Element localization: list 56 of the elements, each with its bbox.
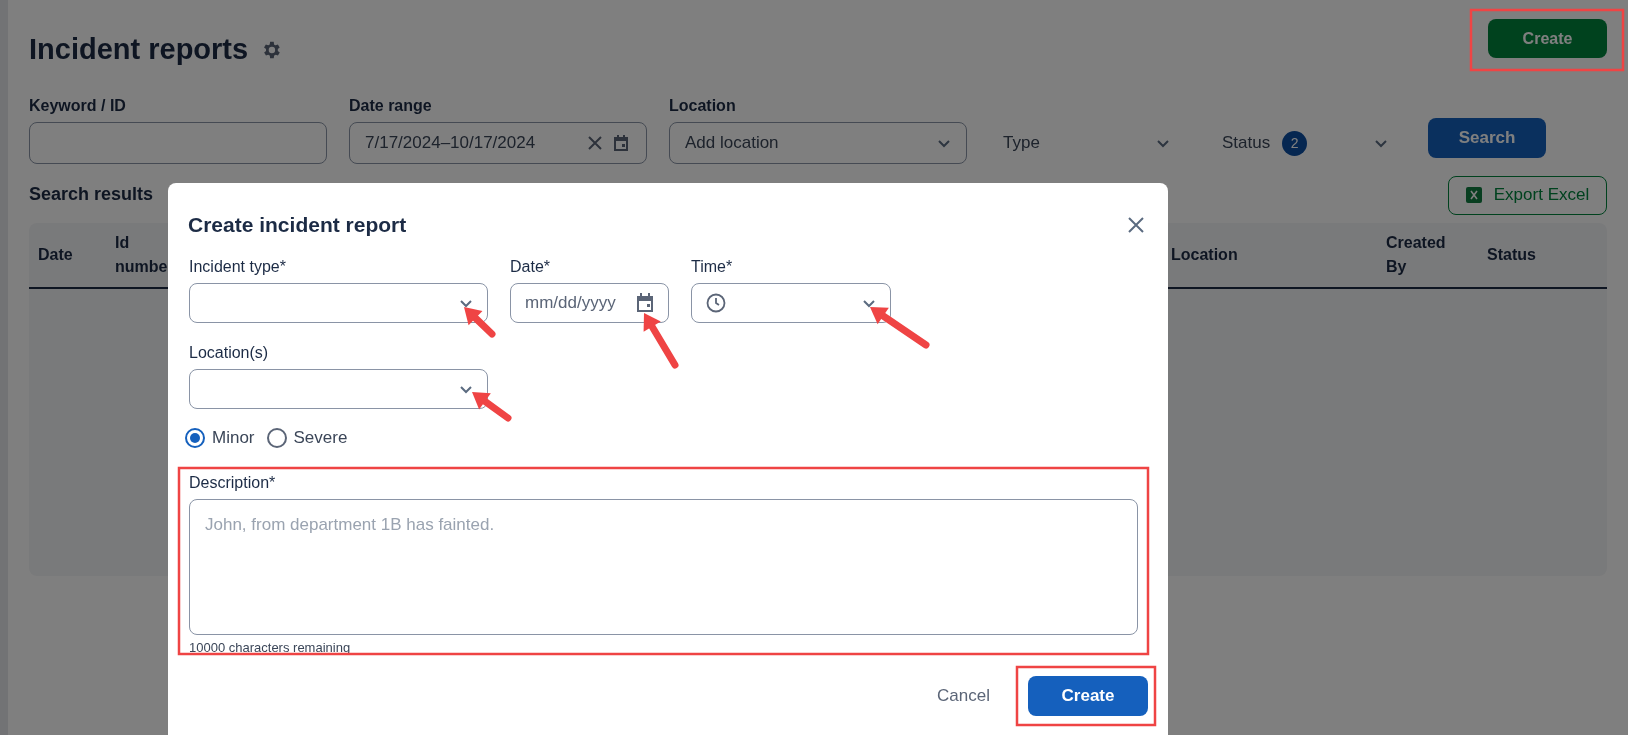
- field-label: Location: [669, 96, 737, 116]
- status-label: Status: [1222, 132, 1271, 155]
- radio-option[interactable]: Severe: [266, 425, 348, 451]
- annotation-arrow: [643, 313, 679, 369]
- field-label: Keyword / ID: [29, 96, 127, 116]
- type-dropdown[interactable]: Type: [1003, 122, 1178, 164]
- field-label: Date*: [510, 257, 552, 277]
- search-button[interactable]: Search: [1428, 118, 1546, 158]
- field-label: Location(s): [189, 343, 270, 363]
- field-label: Description*: [189, 472, 277, 493]
- field-label: Incident type*: [189, 257, 287, 277]
- radio-button[interactable]: [266, 427, 287, 448]
- description-field[interactable]: John, from department 1B has fainted.: [189, 498, 1138, 635]
- column-header: Id numbe: [115, 233, 169, 277]
- calendar-icon[interactable]: [611, 133, 631, 153]
- field-value: 7/17/2024–10/17/2024: [365, 132, 537, 155]
- chevron-down-icon: [937, 138, 951, 148]
- field-label: Date range: [349, 96, 433, 116]
- keyword-field[interactable]: [29, 122, 327, 164]
- cancel-button[interactable]: Cancel: [937, 683, 990, 709]
- radio-option[interactable]: Minor: [185, 425, 255, 451]
- column-header: Location: [1171, 245, 1239, 265]
- annotation-arrow: [464, 307, 496, 338]
- annotation-arrow: [472, 392, 512, 422]
- close-icon[interactable]: [1128, 217, 1144, 233]
- dropdown-field[interactable]: [189, 369, 488, 409]
- create-button[interactable]: Create: [1488, 19, 1607, 58]
- chevron-down-icon: [1374, 138, 1388, 148]
- annotation-arrow: [870, 307, 930, 349]
- location-select[interactable]: Add location: [669, 122, 967, 164]
- time-dropdown[interactable]: [691, 283, 891, 323]
- spreadsheet-icon: [1465, 187, 1482, 203]
- create-button[interactable]: Create: [1028, 676, 1148, 716]
- status-dropdown[interactable]: Status 2: [1222, 122, 1390, 164]
- column-header: Status: [1487, 245, 1537, 265]
- section-title: Search results: [29, 182, 154, 206]
- date-range-field[interactable]: 7/17/2024–10/17/2024: [349, 122, 647, 164]
- chevron-down-icon: [459, 298, 473, 308]
- dropdown-field[interactable]: [189, 283, 488, 323]
- radio-button[interactable]: [185, 427, 205, 448]
- chevron-down-icon: [862, 298, 876, 308]
- page-title: Incident reports: [29, 32, 249, 68]
- placeholder-text: mm/dd/yyyy: [525, 292, 616, 315]
- chevron-down-icon: [1156, 138, 1170, 148]
- dialog-title: Create incident report: [188, 212, 407, 239]
- field-label: Time*: [691, 257, 734, 277]
- export-excel-button[interactable]: Export Excel: [1448, 175, 1607, 215]
- column-header: Date: [38, 245, 74, 265]
- chevron-down-icon: [459, 384, 473, 394]
- column-header: Created By: [1386, 233, 1447, 277]
- clock-icon: [706, 293, 726, 313]
- character-counter: 10000 characters remaining: [189, 638, 352, 657]
- calendar-icon[interactable]: [636, 293, 654, 313]
- placeholder-text: Add location: [685, 132, 779, 155]
- clear-icon[interactable]: [587, 135, 603, 151]
- count-badge: 2: [1282, 130, 1308, 156]
